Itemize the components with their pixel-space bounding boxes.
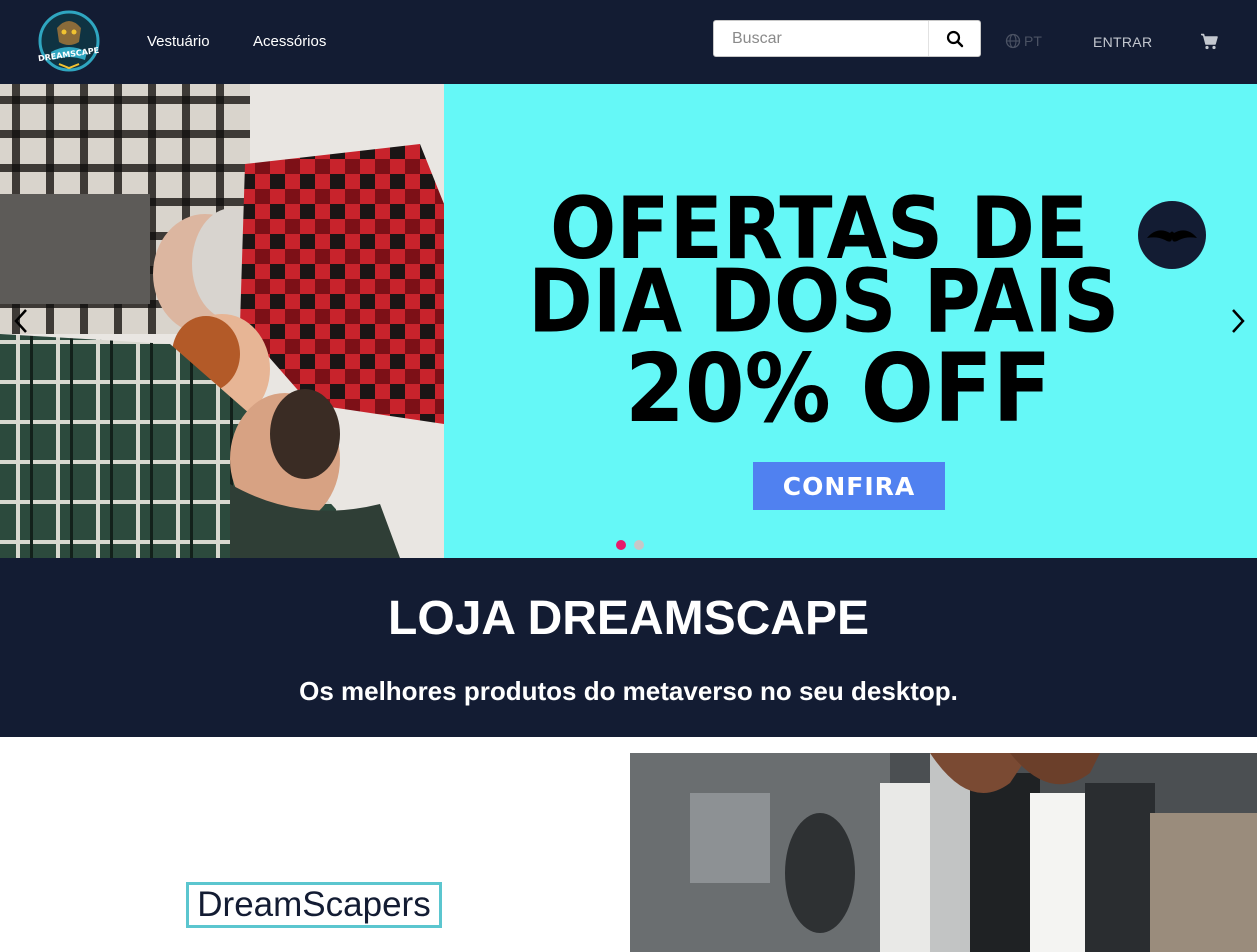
nav-acessorios[interactable]: Acessórios: [253, 33, 326, 50]
hero-carousel: OFERTAS DE DIA DOS PAIS 20% OFF CONFIRA: [0, 84, 1257, 558]
language-selector[interactable]: PT: [1005, 33, 1042, 49]
cart-icon[interactable]: [1200, 33, 1218, 50]
clothing-rack-photo: [630, 753, 1257, 952]
dreamscape-logo[interactable]: DREAMSCAPE: [37, 8, 101, 74]
search-icon: [946, 30, 964, 47]
store-intro-band: LOJA DREAMSCAPE Os melhores produtos do …: [0, 558, 1257, 737]
store-subtitle: Os melhores produtos do metaverso no seu…: [299, 676, 958, 706]
carousel-dot-1[interactable]: [616, 540, 626, 550]
globe-icon: [1005, 33, 1021, 49]
carousel-prev-button[interactable]: [6, 306, 36, 336]
chevron-right-icon: [1232, 309, 1245, 333]
chevron-left-icon: [14, 309, 27, 333]
login-button[interactable]: ENTRAR: [1093, 34, 1152, 50]
dreamscapers-heading: DreamScapers: [186, 882, 442, 928]
promo-line-3: 20% OFF: [625, 334, 1052, 444]
confira-button[interactable]: CONFIRA: [753, 462, 945, 510]
top-navbar: DREAMSCAPE Vestuário Acessórios PT ENTRA…: [0, 0, 1257, 84]
mustache-icon: [1138, 201, 1206, 269]
hero-family-photo: [0, 84, 444, 558]
carousel-next-button[interactable]: [1223, 306, 1253, 336]
search-button[interactable]: [928, 21, 981, 56]
carousel-dot-2[interactable]: [634, 540, 644, 550]
store-title: LOJA DREAMSCAPE: [388, 592, 869, 645]
search-bar: [713, 20, 981, 57]
nav-vestuario[interactable]: Vestuário: [147, 33, 210, 50]
search-input[interactable]: [714, 21, 926, 56]
language-label: PT: [1024, 33, 1042, 49]
